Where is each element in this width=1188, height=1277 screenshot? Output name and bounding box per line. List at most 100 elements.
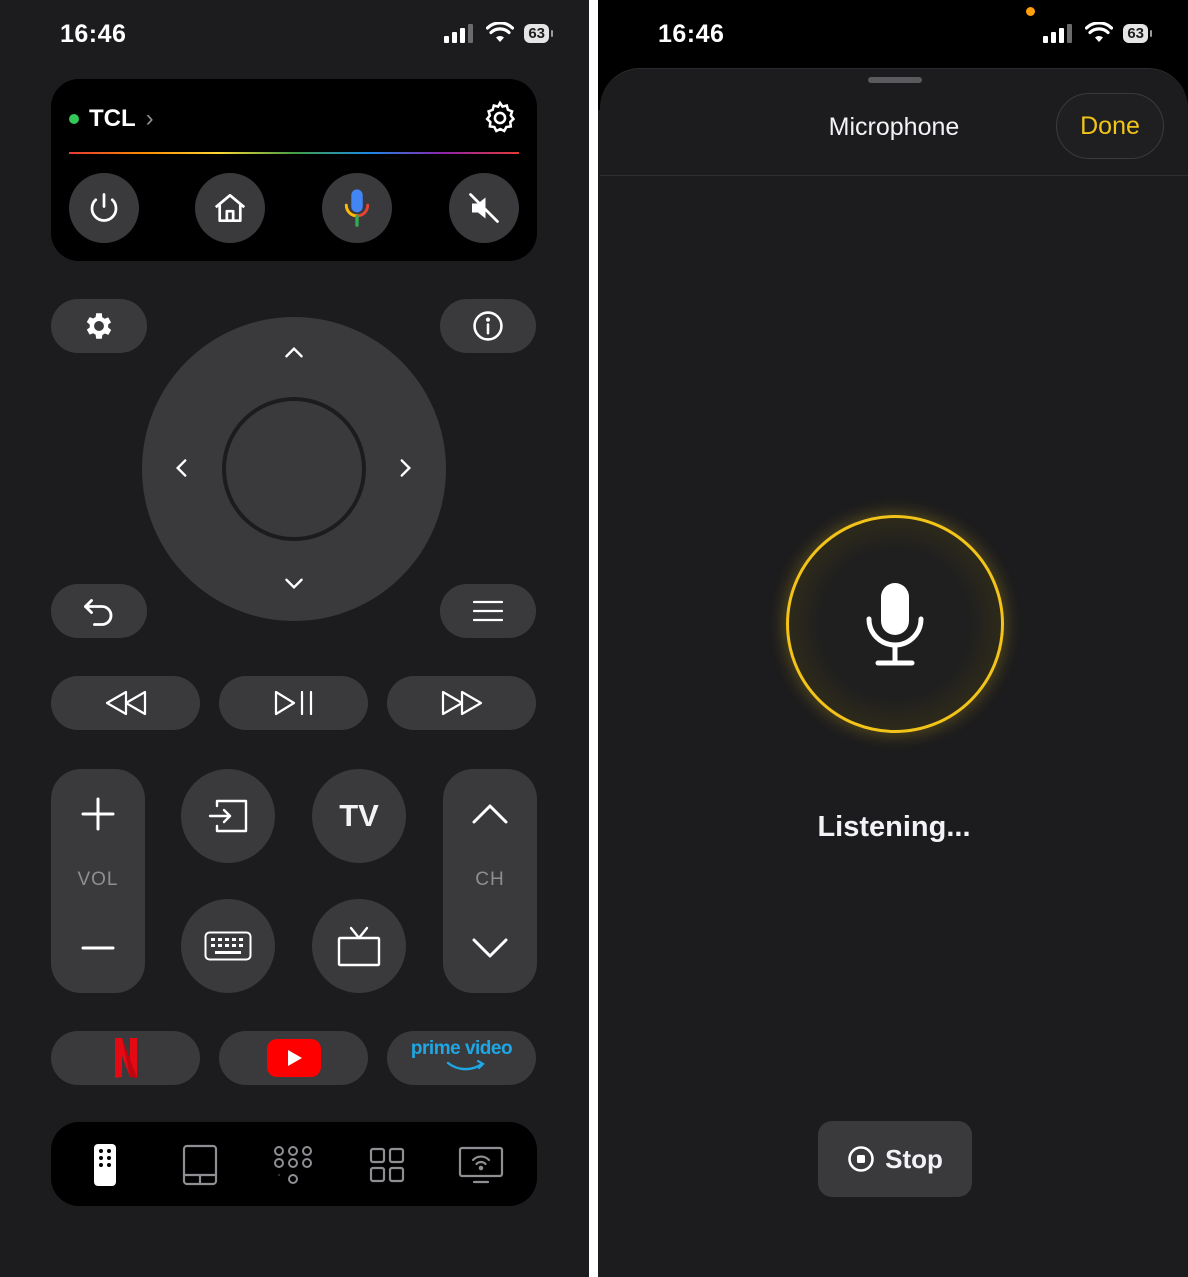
youtube-logo-icon xyxy=(266,1039,321,1077)
tab-apps[interactable] xyxy=(364,1142,410,1188)
hamburger-menu-icon xyxy=(472,600,504,622)
wifi-icon xyxy=(486,22,515,42)
remote-control-icon xyxy=(94,1144,116,1186)
tab-touchpad[interactable] xyxy=(177,1142,223,1188)
rewind-button[interactable] xyxy=(51,676,200,730)
dpad-up-button[interactable] xyxy=(274,333,314,373)
cellular-signal-icon xyxy=(444,24,474,43)
tv-button[interactable]: TV xyxy=(312,769,406,863)
mic-in-use-indicator xyxy=(1026,7,1035,16)
prime-video-text: prime video xyxy=(410,1038,513,1059)
keyboard-button[interactable] xyxy=(181,899,275,993)
apps-grid-icon xyxy=(369,1147,405,1183)
input-source-button[interactable] xyxy=(181,769,275,863)
power-icon xyxy=(90,193,118,222)
volume-label: VOL xyxy=(77,869,119,890)
stop-button[interactable]: Stop xyxy=(818,1121,972,1197)
bottom-tab-bar xyxy=(51,1122,537,1206)
power-button[interactable] xyxy=(69,173,139,243)
input-source-icon xyxy=(208,799,248,833)
dpad-right-button[interactable] xyxy=(385,448,425,488)
amazon-smile-icon xyxy=(446,1060,485,1071)
rainbow-divider xyxy=(69,152,519,154)
channel-up-button[interactable] xyxy=(443,769,537,859)
listening-status: Listening... xyxy=(817,811,971,843)
battery-indicator: 63 xyxy=(524,23,553,43)
home-button[interactable] xyxy=(195,173,265,243)
status-time: 16:46 xyxy=(658,20,725,48)
stop-label: Stop xyxy=(885,1143,943,1174)
info-icon xyxy=(473,311,503,341)
remote-screen: 16:46 63 TCL › VOL TV CH prime video xyxy=(0,0,589,1277)
keyboard-icon xyxy=(204,931,252,961)
dpad-left-button[interactable] xyxy=(162,448,202,488)
info-button[interactable] xyxy=(440,299,536,353)
screenshot-divider xyxy=(589,0,598,1277)
speaker-mute-icon xyxy=(469,193,499,223)
tab-remote[interactable] xyxy=(82,1142,128,1188)
gear-icon xyxy=(86,313,112,339)
number-pad-icon xyxy=(274,1146,312,1184)
prime-video-button[interactable]: prime video xyxy=(387,1031,536,1085)
chevron-left-icon xyxy=(175,459,187,477)
wifi-icon xyxy=(1085,22,1114,42)
cellular-signal-icon xyxy=(1043,24,1073,43)
menu-button[interactable] xyxy=(440,584,536,638)
volume-up-button[interactable] xyxy=(51,769,145,859)
mute-button[interactable] xyxy=(449,173,519,243)
status-icons: 63 xyxy=(444,22,553,44)
settings-button[interactable] xyxy=(51,299,147,353)
microphone-sheet: Microphone Done Listening... Stop xyxy=(600,68,1188,1277)
television-icon xyxy=(337,926,381,967)
fast-forward-icon xyxy=(441,690,482,716)
youtube-button[interactable] xyxy=(219,1031,368,1085)
dpad-ok-button[interactable] xyxy=(222,397,366,541)
chevron-down-icon xyxy=(285,578,303,590)
google-mic-icon xyxy=(344,189,370,227)
volume-down-button[interactable] xyxy=(51,903,145,993)
chevron-up-icon xyxy=(285,346,303,358)
back-arrow-icon xyxy=(84,599,113,626)
device-settings-button[interactable] xyxy=(481,99,519,137)
back-button[interactable] xyxy=(51,584,147,638)
chevron-down-icon xyxy=(472,938,508,958)
touchpad-icon xyxy=(182,1144,218,1186)
battery-indicator: 63 xyxy=(1123,23,1152,43)
device-name: TCL xyxy=(89,105,136,132)
channel-label: CH xyxy=(475,869,505,890)
play-pause-button[interactable] xyxy=(219,676,368,730)
play-pause-icon xyxy=(274,690,312,716)
volume-rocker: VOL xyxy=(51,769,145,993)
screen-cast-icon xyxy=(458,1146,504,1184)
microphone-listening-indicator xyxy=(786,515,1004,733)
device-selector[interactable]: TCL › xyxy=(69,105,154,133)
dpad xyxy=(142,317,446,621)
status-time: 16:46 xyxy=(60,20,127,48)
netflix-button[interactable] xyxy=(51,1031,200,1085)
dpad-down-button[interactable] xyxy=(274,563,314,603)
done-button[interactable]: Done xyxy=(1056,93,1164,159)
stop-circle-icon xyxy=(848,1146,874,1172)
gear-outline-icon xyxy=(485,100,516,133)
device-card: TCL › xyxy=(51,79,537,261)
plus-icon xyxy=(81,797,115,831)
fast-forward-button[interactable] xyxy=(387,676,536,730)
tab-screen-cast[interactable] xyxy=(458,1142,504,1188)
chevron-right-icon: › xyxy=(145,105,154,132)
tab-numpad[interactable] xyxy=(270,1142,316,1188)
live-tv-button[interactable] xyxy=(312,899,406,993)
channel-rocker: CH xyxy=(443,769,537,993)
minus-icon xyxy=(81,946,115,950)
status-icons: 63 xyxy=(1043,22,1152,44)
rewind-icon xyxy=(105,690,146,716)
online-status-dot xyxy=(69,114,79,124)
sheet-divider xyxy=(600,175,1188,176)
microphone-screen: 16:46 63 Microphone Done Listening... St… xyxy=(598,0,1188,1277)
voice-button[interactable] xyxy=(322,173,392,243)
home-icon xyxy=(214,193,246,223)
channel-down-button[interactable] xyxy=(443,903,537,993)
chevron-right-icon xyxy=(400,459,412,477)
netflix-logo-icon xyxy=(114,1038,137,1078)
sheet-grabber[interactable] xyxy=(868,77,922,83)
tv-label: TV xyxy=(339,798,379,833)
